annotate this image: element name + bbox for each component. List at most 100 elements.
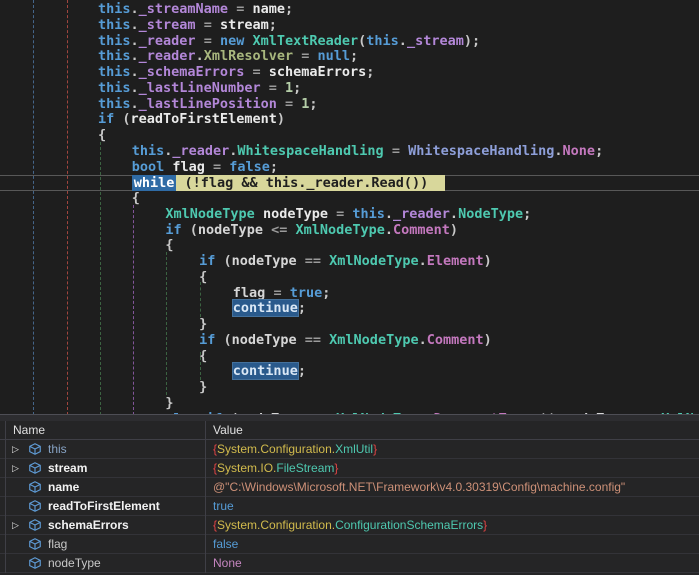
code-token: nodeType <box>198 222 263 238</box>
code-line[interactable]: { <box>0 238 699 254</box>
locals-row[interactable]: flagfalse <box>0 535 699 554</box>
variable-name: stream <box>48 459 87 477</box>
value-token: System.IO. <box>217 461 276 475</box>
code-token: (!flag && this._reader.Read()) <box>176 175 444 191</box>
variable-name: flag <box>48 535 67 553</box>
code-line[interactable]: } <box>0 317 699 333</box>
code-token: stream <box>220 17 269 33</box>
value-token: @"C:\Windows\Microsoft.NET\Framework\v4.… <box>213 480 625 494</box>
code-token: = <box>228 1 252 17</box>
code-token: name <box>252 1 285 17</box>
debugger-window: this._streamName = name;this._stream = s… <box>0 0 699 575</box>
code-token: = <box>196 17 220 33</box>
code-line[interactable]: } <box>0 396 699 412</box>
code-token: ; <box>366 64 374 80</box>
field-icon <box>28 480 42 494</box>
locals-row[interactable]: nodeTypeNone <box>0 554 699 573</box>
code-token: _lastLinePosition <box>139 96 277 112</box>
code-token: this <box>98 33 131 49</box>
code-token: ; <box>322 285 330 301</box>
code-token: 1 <box>285 80 293 96</box>
code-line[interactable]: this._reader.XmlResolver = null; <box>0 49 699 65</box>
value-token: System.Configuration. <box>217 518 335 532</box>
code-token: _schemaErrors <box>139 64 245 80</box>
locals-row[interactable]: readToFirstElementtrue <box>0 497 699 516</box>
code-token: ) <box>277 111 285 127</box>
code-line[interactable]: } <box>0 380 699 396</box>
code-line[interactable]: this._lastLinePosition = 1; <box>0 97 699 113</box>
code-token: this <box>98 1 131 17</box>
code-token: = <box>328 206 352 222</box>
code-token: ; <box>285 1 293 17</box>
code-token: XmlNodeType <box>329 253 418 269</box>
code-line[interactable]: continue; <box>0 301 699 317</box>
code-token: continue <box>233 363 298 379</box>
code-token: { <box>165 237 173 253</box>
code-token: ; <box>350 48 358 64</box>
code-line[interactable]: { <box>0 191 699 207</box>
code-token: schemaErrors <box>269 64 367 80</box>
code-line[interactable]: if (nodeType == XmlNodeType.Comment) <box>0 333 699 349</box>
code-token: = <box>293 48 317 64</box>
code-token: = <box>261 80 285 96</box>
field-icon <box>28 499 42 513</box>
locals-row[interactable]: ▷stream{System.IO.FileStream} <box>0 459 699 478</box>
code-token: ) <box>484 332 492 348</box>
code-token: _reader <box>393 206 450 222</box>
code-token: = <box>384 143 408 159</box>
code-line[interactable]: while (!flag && this._reader.Read()) <box>0 175 699 191</box>
code-token: nodeType <box>263 206 328 222</box>
code-line[interactable]: this._stream = stream; <box>0 18 699 34</box>
code-token: null <box>318 48 351 64</box>
code-token: this <box>98 48 131 64</box>
code-line[interactable]: { <box>0 349 699 365</box>
code-token: nodeType <box>232 332 297 348</box>
column-header-name: Name <box>13 421 45 439</box>
code-line[interactable]: if (readToFirstElement) <box>0 112 699 128</box>
panel-splitter[interactable] <box>0 414 699 421</box>
code-token: . <box>419 253 427 269</box>
expander-icon[interactable]: ▷ <box>12 516 19 534</box>
code-line[interactable]: if (nodeType == XmlNodeType.Element) <box>0 254 699 270</box>
code-token: _reader <box>139 33 196 49</box>
code-token: == <box>297 253 330 269</box>
code-line[interactable]: { <box>0 270 699 286</box>
locals-panel: Name Value ▷this{System.Configuration.Xm… <box>0 421 699 575</box>
code-line[interactable]: if (nodeType <= XmlNodeType.Comment) <box>0 223 699 239</box>
locals-row[interactable]: ▷schemaErrors{System.Configuration.Confi… <box>0 516 699 535</box>
code-token: this <box>98 96 131 112</box>
code-line[interactable]: this._reader = new XmlTextReader(this._s… <box>0 34 699 50</box>
code-token: ; <box>298 300 306 316</box>
expander-icon[interactable]: ▷ <box>12 459 19 477</box>
panel-left-border <box>5 421 6 573</box>
variable-value: {System.Configuration.XmlUtil} <box>213 440 377 458</box>
code-token: this <box>98 80 131 96</box>
locals-row[interactable]: name@"C:\Windows\Microsoft.NET\Framework… <box>0 478 699 497</box>
code-token: if <box>199 332 215 348</box>
code-token: ; <box>293 80 301 96</box>
code-line[interactable]: this._schemaErrors = schemaErrors; <box>0 65 699 81</box>
code-line[interactable]: this._reader.WhitespaceHandling = Whites… <box>0 144 699 160</box>
column-resize-divider[interactable] <box>205 421 206 573</box>
code-token: ; <box>298 363 306 379</box>
locals-row[interactable]: ▷this{System.Configuration.XmlUtil} <box>0 440 699 459</box>
code-line[interactable]: continue; <box>0 364 699 380</box>
code-token: Comment <box>427 332 484 348</box>
code-line[interactable]: bool flag = false; <box>0 160 699 176</box>
code-editor[interactable]: this._streamName = name;this._stream = s… <box>0 0 699 415</box>
code-token: . <box>131 48 139 64</box>
expander-icon[interactable]: ▷ <box>12 440 19 458</box>
code-token: ) <box>484 253 492 269</box>
code-token: ; <box>270 159 278 175</box>
code-line[interactable]: { <box>0 128 699 144</box>
code-token: . <box>131 96 139 112</box>
code-line[interactable]: XmlNodeType nodeType = this._reader.Node… <box>0 207 699 223</box>
code-token: new <box>220 33 253 49</box>
code-line[interactable]: this._lastLineNumber = 1; <box>0 81 699 97</box>
variable-value: {System.Configuration.ConfigurationSchem… <box>213 516 487 534</box>
code-token: ; <box>309 96 317 112</box>
code-line[interactable]: this._streamName = name; <box>0 2 699 18</box>
code-token: ( <box>114 111 130 127</box>
code-token: = <box>265 285 289 301</box>
code-line[interactable]: flag = true; <box>0 286 699 302</box>
